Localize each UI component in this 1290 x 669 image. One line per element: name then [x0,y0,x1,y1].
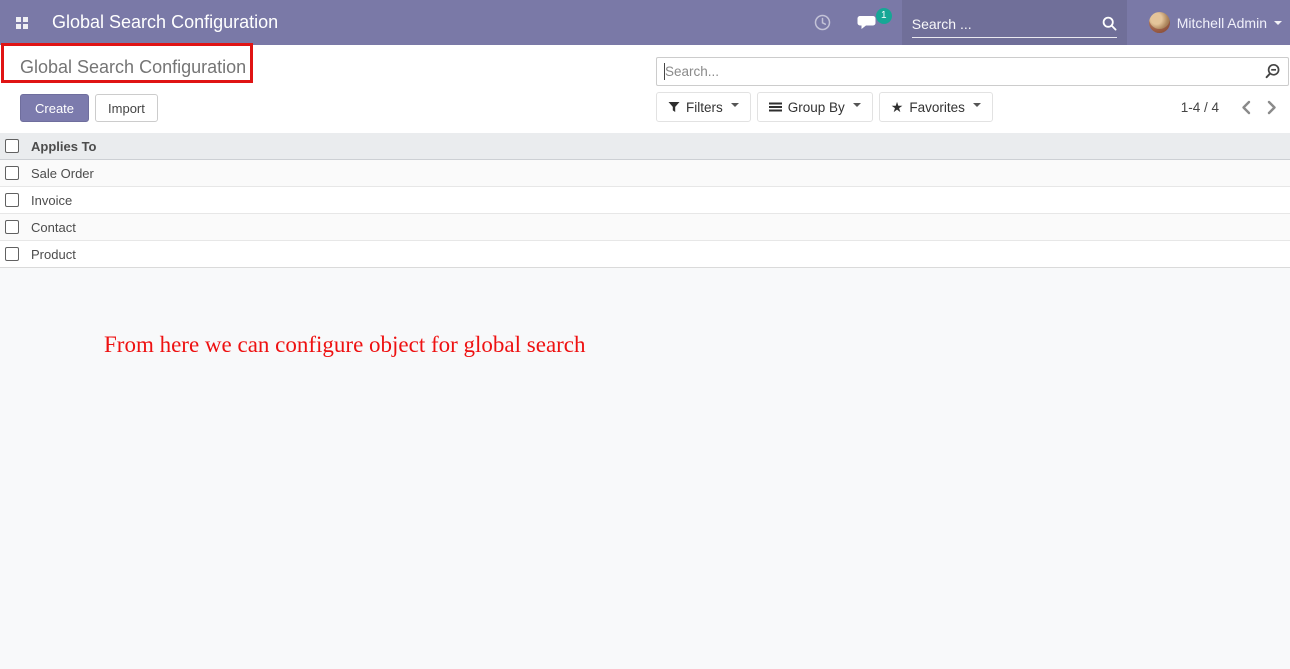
content-below-list: From here we can configure object for gl… [0,268,1290,669]
favorites-label: Favorites [909,100,965,115]
messages-badge: 1 [876,8,892,24]
row-checkbox[interactable] [5,220,19,234]
group-by-button[interactable]: Group By [757,92,873,122]
table-row[interactable]: Invoice [0,187,1290,214]
list-search-box [656,57,1289,86]
breadcrumb: Global Search Configuration [0,45,656,90]
search-icon[interactable] [1102,16,1117,31]
row-label: Sale Order [31,166,94,181]
navbar-search-input[interactable] [912,16,1077,32]
chevron-down-icon [973,103,981,107]
pager-previous-button[interactable] [1233,100,1259,115]
apps-grid-icon [16,17,28,29]
search-options-icon[interactable] [1264,63,1281,80]
action-buttons: Create Import [0,90,656,122]
row-label: Invoice [31,193,72,208]
avatar [1149,12,1170,33]
list-view: Applies To Sale Order Invoice Contact Pr… [0,133,1290,268]
group-by-label: Group By [788,100,845,115]
row-checkbox[interactable] [5,166,19,180]
user-name: Mitchell Admin [1177,15,1267,31]
filters-row: Filters Group By ★ Favorites [656,92,1289,122]
top-navbar: Global Search Configuration 1 [0,0,1290,45]
control-panel-right: Filters Group By ★ Favorites [656,45,1290,133]
row-label: Product [31,247,76,262]
column-header-applies-to: Applies To [31,139,96,154]
text-cursor [664,63,665,80]
funnel-icon [668,101,680,113]
annotation-note: From here we can configure object for gl… [0,268,1290,358]
group-by-icon [769,101,782,113]
chevron-down-icon [1274,21,1282,25]
select-all-checkbox[interactable] [5,139,19,153]
pager-next-button[interactable] [1259,100,1285,115]
create-button[interactable]: Create [20,94,89,122]
user-menu[interactable]: Mitchell Admin [1127,0,1290,45]
clock-icon [814,14,831,31]
table-row[interactable]: Contact [0,214,1290,241]
filters-label: Filters [686,100,723,115]
odoo-window: Global Search Configuration 1 [0,0,1290,669]
chevron-down-icon [731,103,739,107]
navbar-search [902,0,1127,45]
row-checkbox[interactable] [5,193,19,207]
pager-range: 1-4 / 4 [1181,100,1219,115]
app-title: Global Search Configuration [52,12,278,33]
list-search-input[interactable] [657,64,1264,79]
table-row[interactable]: Sale Order [0,160,1290,187]
import-button[interactable]: Import [95,94,158,122]
star-icon: ★ [891,100,904,114]
navbar-left: Global Search Configuration [0,0,278,45]
filter-buttons: Filters Group By ★ Favorites [656,92,993,122]
activities-button[interactable] [801,0,844,45]
chevron-down-icon [853,103,861,107]
favorites-button[interactable]: ★ Favorites [879,92,993,122]
table-header-row: Applies To [0,133,1290,160]
table-body: Sale Order Invoice Contact Product [0,160,1290,268]
messages-button[interactable]: 1 [844,0,892,45]
control-panel-left: Global Search Configuration Create Impor… [0,45,656,133]
apps-menu-button[interactable] [0,0,44,45]
row-label: Contact [31,220,76,235]
navbar-right: 1 Mitchell Admin [801,0,1290,45]
table-row[interactable]: Product [0,241,1290,268]
row-checkbox[interactable] [5,247,19,261]
pager: 1-4 / 4 [1181,100,1289,115]
control-panel: Global Search Configuration Create Impor… [0,45,1290,133]
breadcrumb-current: Global Search Configuration [20,57,246,78]
filters-button[interactable]: Filters [656,92,751,122]
